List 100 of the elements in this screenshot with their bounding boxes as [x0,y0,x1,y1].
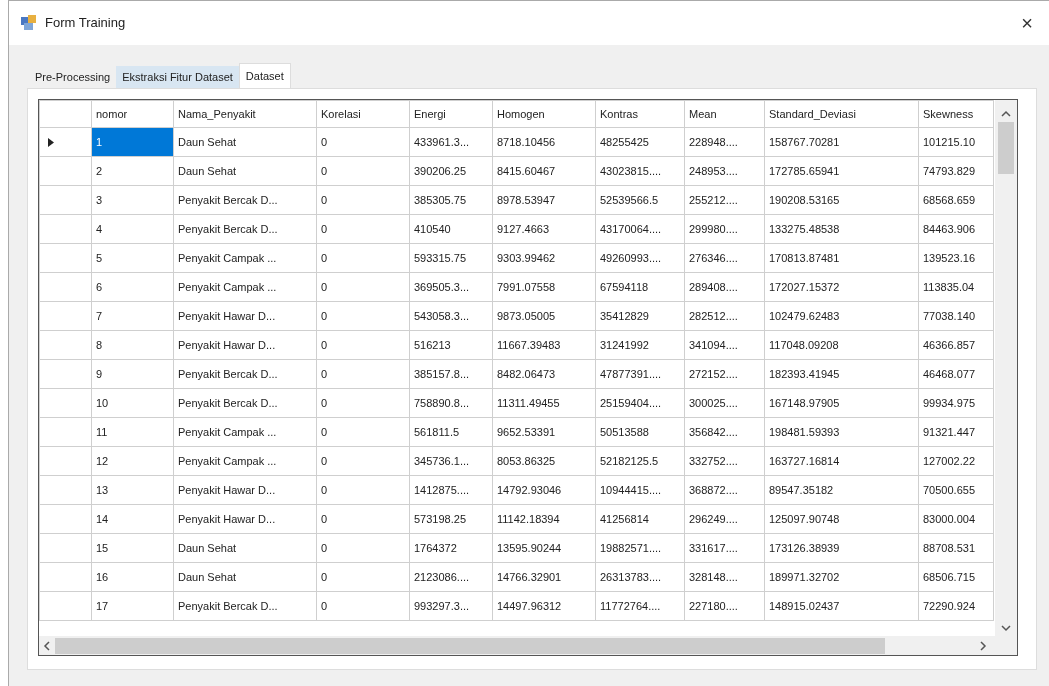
scroll-up-icon[interactable] [1001,110,1011,118]
table-cell: 170813.87481 [764,243,919,273]
table-cell: 2123086.... [409,562,493,592]
table-cell: 68568.659 [918,185,994,215]
table-cell: 248953.... [684,156,765,186]
table-cell: 0 [316,533,410,563]
table-cell: 0 [316,504,410,534]
close-button[interactable]: × [1017,13,1037,33]
table-cell: 0 [316,330,410,360]
table-cell: 7 [91,301,174,331]
table-cell: 296249.... [684,504,765,534]
table-cell: 561811.5 [409,417,493,447]
table-cell: 46366.857 [918,330,994,360]
table-cell: 299980.... [684,214,765,244]
table-cell: 172785.65941 [764,156,919,186]
table-cell: 758890.8... [409,388,493,418]
table-cell: 41256814 [595,504,685,534]
table-cell: 0 [316,388,410,418]
tab[interactable]: Dataset [238,63,291,88]
column-header[interactable]: Nama_Penyakit [173,100,317,128]
table-cell: 52182125.5 [595,446,685,476]
table-cell: 139523.16 [918,243,994,273]
table-cell: 13 [91,475,174,505]
table-cell: 345736.1... [409,446,493,476]
table-cell: 0 [316,272,410,302]
table-cell: 189971.32702 [764,562,919,592]
table-cell: 117048.09208 [764,330,919,360]
horizontal-scrollbar[interactable] [39,636,1017,655]
table-cell: 88708.531 [918,533,994,563]
table-cell: 0 [316,591,410,621]
table-cell: 2 [91,156,174,186]
table-cell: 9652.53391 [492,417,596,447]
table-cell: 8 [91,330,174,360]
table-cell: Penyakit Bercak D... [173,591,317,621]
table-cell: 182393.41945 [764,359,919,389]
table-cell: 227180.... [684,591,765,621]
table-cell: 0 [316,156,410,186]
column-header[interactable]: Energi [409,100,493,128]
table-cell: 72290.924 [918,591,994,621]
table-cell: 4 [91,214,174,244]
table-cell: 25159404.... [595,388,685,418]
table-cell: 8978.53947 [492,185,596,215]
table-cell: 52539566.5 [595,185,685,215]
table-cell: 385157.8... [409,359,493,389]
table-cell: 0 [316,301,410,331]
table-cell: 0 [316,446,410,476]
table-cell: 77038.140 [918,301,994,331]
table-cell: 89547.35182 [764,475,919,505]
table-cell: 133275.48538 [764,214,919,244]
column-header[interactable]: Skewness [918,100,994,128]
table-cell: Daun Sehat [173,533,317,563]
column-header[interactable]: Homogen [492,100,596,128]
table-cell: 167148.97905 [764,388,919,418]
table-cell: Penyakit Campak ... [173,272,317,302]
table-cell: 385305.75 [409,185,493,215]
scroll-thumb[interactable] [55,637,885,654]
table-cell: 341094.... [684,330,765,360]
table-cell: 8415.60467 [492,156,596,186]
table-cell: 47877391.... [595,359,685,389]
table-cell: Penyakit Hawar D... [173,330,317,360]
column-header[interactable]: Kontras [595,100,685,128]
table-cell: 11142.18394 [492,504,596,534]
table-cell: 9 [91,359,174,389]
table-cell: Penyakit Campak ... [173,446,317,476]
table-cell: 8482.06473 [492,359,596,389]
column-header[interactable]: Korelasi [316,100,410,128]
table-cell: 0 [316,417,410,447]
scroll-left-icon[interactable] [43,640,51,651]
table-cell: 148915.02437 [764,591,919,621]
column-header[interactable]: Mean [684,100,765,128]
column-header[interactable]: nomor [91,100,174,128]
table-cell: 433961.3... [409,127,493,157]
table-cell: 543058.3... [409,301,493,331]
table-cell: 99934.975 [918,388,994,418]
scroll-thumb[interactable] [998,122,1014,174]
table-cell: 9303.99462 [492,243,596,273]
vertical-scrollbar[interactable] [995,100,1017,636]
table-cell: 172027.15372 [764,272,919,302]
table-cell: 163727.16814 [764,446,919,476]
table-cell: 46468.077 [918,359,994,389]
table-cell: Penyakit Campak ... [173,417,317,447]
table-cell: 11311.49455 [492,388,596,418]
table-cell: 14497.96312 [492,591,596,621]
table-cell: 356842.... [684,417,765,447]
table-cell: 158767.70281 [764,127,919,157]
table-cell: 390206.25 [409,156,493,186]
table-cell: 9127.4663 [492,214,596,244]
table-cell: 8718.10456 [492,127,596,157]
table-cell: 102479.62483 [764,301,919,331]
table-cell: 15 [91,533,174,563]
table-cell: 198481.59393 [764,417,919,447]
column-header[interactable]: Standard_Deviasi [764,100,919,128]
scroll-down-icon[interactable] [1001,624,1011,632]
table-cell: 1 [91,127,174,157]
tab[interactable]: Ekstraksi Fitur Dataset [116,66,239,88]
table-cell: 0 [316,185,410,215]
table-cell: 0 [316,562,410,592]
scroll-right-icon[interactable] [979,640,987,651]
table-cell: 13595.90244 [492,533,596,563]
table-cell: 50513588 [595,417,685,447]
